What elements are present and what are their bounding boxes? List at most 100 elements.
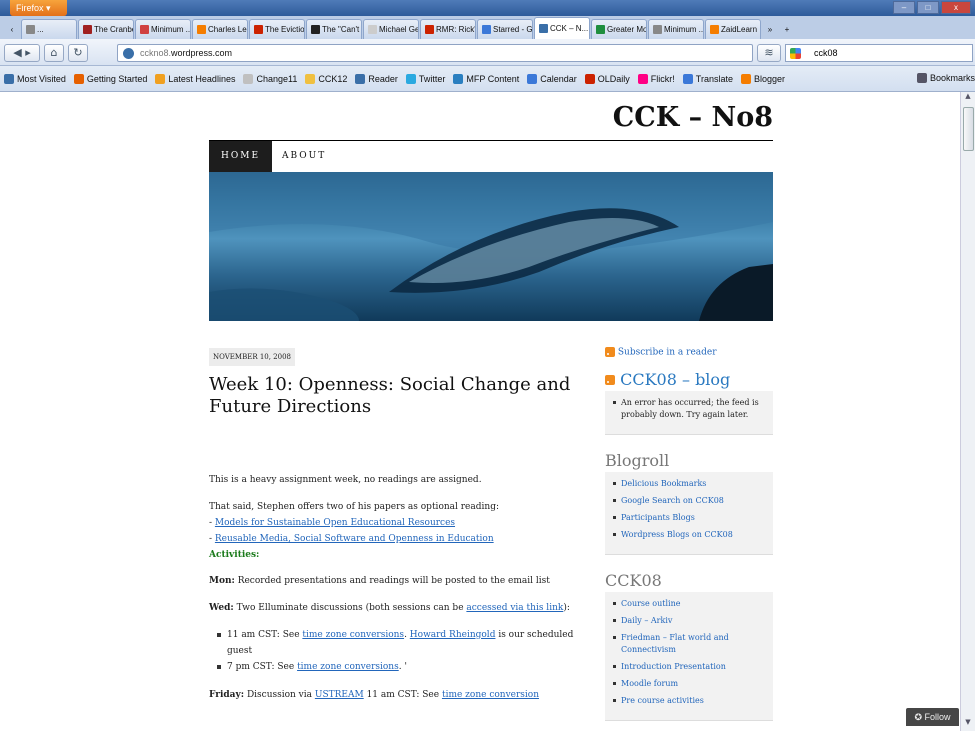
maximize-button[interactable]: □ <box>917 1 939 14</box>
header-image <box>209 172 773 321</box>
bookmark-icon <box>155 73 166 84</box>
bookmark-item[interactable]: Twitter <box>405 73 445 84</box>
sidebar-link[interactable]: Course outline <box>613 598 765 610</box>
sidebar-link[interactable]: Google Search on CCK08 <box>613 495 765 507</box>
browser-tab[interactable]: RMR: Rick's ... <box>420 19 476 39</box>
tab-favicon-icon <box>254 25 263 34</box>
browser-tab[interactable]: ZaidLearn <box>705 19 761 39</box>
link-accessed-via-this[interactable]: accessed via this link <box>466 603 563 613</box>
tab-favicon-icon <box>368 25 377 34</box>
link-ustream[interactable]: USTREAM <box>315 690 364 700</box>
bookmark-icon <box>305 73 316 84</box>
follow-button[interactable]: ✪ Follow <box>906 708 959 726</box>
cck-links-title: CCK08 <box>605 570 662 590</box>
session-list: 11 am CST: See time zone conversions. Ho… <box>217 627 599 675</box>
rss-icon <box>605 375 615 385</box>
post-intro: This is a heavy assignment week, no read… <box>209 475 482 485</box>
feed-widget-title[interactable]: CCK08 – blog <box>605 370 773 389</box>
bookmark-icon <box>453 73 464 84</box>
browser-tab[interactable]: Starred - Go... <box>477 19 533 39</box>
vertical-scrollbar[interactable]: ▲ ▼ <box>960 92 975 731</box>
sidebar-link[interactable]: Introduction Presentation <box>613 661 765 673</box>
sidebar-link[interactable]: Wordpress Blogs on CCK08 <box>613 529 765 541</box>
sidebar-link[interactable]: Daily – Arkiv <box>613 615 765 627</box>
subscribe-link[interactable]: Subscribe in a reader <box>605 347 773 358</box>
scroll-down-icon[interactable]: ▼ <box>961 718 975 731</box>
browser-tab[interactable]: The "Can't ... <box>306 19 362 39</box>
bookmark-item[interactable]: CCK12 <box>305 73 347 84</box>
browser-tab[interactable]: Minimum ... <box>135 19 191 39</box>
browser-tab[interactable]: Minimum ... <box>648 19 704 39</box>
link-time-zone-conversions-2[interactable]: time zone conversions <box>297 662 399 672</box>
bookmark-item[interactable]: Calendar <box>527 73 577 84</box>
search-input[interactable]: cck08 <box>785 44 973 62</box>
browser-tab[interactable]: CCK – N...× <box>534 17 590 39</box>
browser-tab[interactable]: Greater Mo... <box>591 19 647 39</box>
home-button[interactable]: ⌂ <box>44 44 64 62</box>
tab-scroll-left-icon[interactable]: ‹ <box>4 19 20 39</box>
tab-favicon-icon <box>311 25 320 34</box>
minimize-button[interactable]: – <box>893 1 915 14</box>
bookmark-item[interactable]: Getting Started <box>73 73 147 84</box>
new-tab-icon[interactable]: + <box>779 19 795 39</box>
bookmark-icon <box>4 73 14 84</box>
bookmark-icon <box>243 73 254 84</box>
bookmark-item[interactable]: Change11 <box>243 73 297 84</box>
home-icon: ⌂ <box>50 46 58 59</box>
forward-icon: ▸ <box>25 46 31 59</box>
nav-about[interactable]: ABOUT <box>270 141 338 172</box>
water-wave-image <box>209 172 773 321</box>
sidebar-link[interactable]: Participants Blogs <box>613 512 765 524</box>
bookmark-item[interactable]: Most Visited <box>4 73 66 84</box>
url-bar[interactable]: cckno8.wordpress.com <box>117 44 753 62</box>
link-reusable-media[interactable]: Reusable Media, Social Software and Open… <box>215 534 494 544</box>
list-item: 11 am CST: See time zone conversions. Ho… <box>217 627 599 659</box>
wordpress-favicon-icon <box>123 48 134 59</box>
site-title[interactable]: CCK – No8 <box>560 102 773 133</box>
scroll-up-icon[interactable]: ▲ <box>961 92 975 105</box>
post-title[interactable]: Week 10: Openness: Social Change and Fut… <box>209 374 589 418</box>
bookmark-item[interactable]: Flickr! <box>637 73 675 84</box>
back-forward-button[interactable]: ◀ ▸ <box>4 44 40 62</box>
browser-tab[interactable]: ... <box>21 19 77 39</box>
tab-favicon-icon <box>710 25 719 34</box>
nav-home[interactable]: HOME <box>209 141 273 172</box>
rss-feed-button[interactable]: ≋ <box>757 44 781 62</box>
scroll-thumb[interactable] <box>963 107 974 151</box>
link-time-zone-conversion[interactable]: time zone conversion <box>442 690 539 700</box>
rss-icon: ≋ <box>764 46 774 59</box>
browser-tab[interactable]: Charles Lebl... <box>192 19 248 39</box>
bookmark-item[interactable]: Latest Headlines <box>155 73 235 84</box>
firefox-menu-button[interactable]: Firefox ▾ <box>10 0 67 16</box>
back-icon: ◀ <box>13 46 22 59</box>
bookmark-item[interactable]: Translate <box>682 73 733 84</box>
cck-links-list: Course outline Daily – Arkiv Friedman – Fl… <box>613 598 765 707</box>
tab-list-icon[interactable]: » <box>762 19 778 39</box>
tab-favicon-icon <box>83 25 92 34</box>
optional-reading: That said, Stephen offers two of his pap… <box>209 499 599 563</box>
bookmark-icon <box>682 73 693 84</box>
bookmark-icon <box>527 73 538 84</box>
sidebar-link[interactable]: Friedman – Flat world and Connectivism <box>613 632 765 656</box>
link-time-zone-conversions[interactable]: time zone conversions <box>302 630 404 640</box>
bookmark-item[interactable]: OLDaily <box>584 73 630 84</box>
reload-button[interactable]: ↻ <box>68 44 88 62</box>
bookmark-icon <box>637 73 648 84</box>
sidebar-link[interactable]: Delicious Bookmarks <box>613 478 765 490</box>
bookmark-item[interactable]: MFP Content <box>453 73 519 84</box>
sidebar: Subscribe in a reader CCK08 – blog An er… <box>605 347 773 737</box>
browser-tab[interactable]: The Cranbe... <box>78 19 134 39</box>
browser-tab[interactable]: Michael Gei... <box>363 19 419 39</box>
link-models-sustainable-oer[interactable]: Models for Sustainable Open Educational … <box>215 518 455 528</box>
tab-favicon-icon <box>26 25 35 34</box>
tab-favicon-icon <box>140 25 149 34</box>
bookmark-item[interactable]: Reader <box>355 73 398 84</box>
bookmark-icon <box>584 73 595 84</box>
sidebar-link[interactable]: Pre course activities <box>613 695 765 707</box>
link-howard-rheingold[interactable]: Howard Rheingold <box>410 630 496 640</box>
close-window-button[interactable]: x <box>941 1 971 14</box>
bookmarks-menu[interactable]: Bookmarks <box>916 73 975 83</box>
sidebar-link[interactable]: Moodle forum <box>613 678 765 690</box>
browser-tab[interactable]: The Evictio... <box>249 19 305 39</box>
bookmark-item[interactable]: Blogger <box>740 73 785 84</box>
